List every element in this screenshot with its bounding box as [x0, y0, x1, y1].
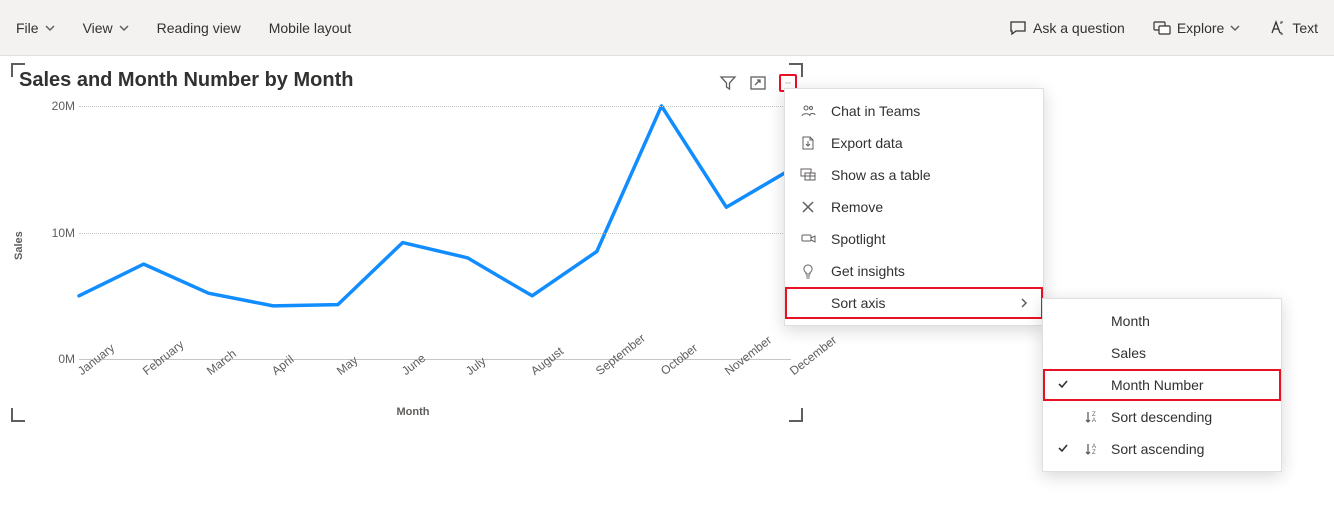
view-menu[interactable]: View — [83, 20, 129, 36]
top-toolbar: File View Reading view Mobile layout Ask… — [0, 0, 1334, 56]
menu-label: Remove — [831, 199, 1029, 215]
view-label: View — [83, 20, 113, 36]
gridline — [79, 233, 791, 234]
text-button[interactable]: Text — [1268, 19, 1318, 37]
chevron-right-icon — [1019, 295, 1029, 311]
lightbulb-icon — [799, 263, 817, 279]
chevron-down-icon — [45, 23, 55, 33]
sort-desc-icon: ZA — [1083, 410, 1099, 424]
x-tick-label: December — [787, 333, 839, 378]
export-icon — [799, 135, 817, 151]
chart-body: Sales 0M10M20MJanuaryFebruaryMarchAprilM… — [25, 100, 801, 420]
mobile-layout-label: Mobile layout — [269, 20, 352, 36]
menu-export-data[interactable]: Export data — [785, 127, 1043, 159]
menu-label: Chat in Teams — [831, 103, 1029, 119]
y-axis-label: Sales — [13, 231, 25, 260]
menu-label: Get insights — [831, 263, 1029, 279]
plot-area: 0M10M20MJanuaryFebruaryMarchAprilMayJune… — [79, 106, 791, 360]
mobile-layout-button[interactable]: Mobile layout — [269, 20, 352, 36]
submenu-label: Month Number — [1111, 377, 1204, 393]
explore-label: Explore — [1177, 20, 1224, 36]
menu-spotlight[interactable]: Spotlight — [785, 223, 1043, 255]
visual-header: Sales and Month Number by Month — [13, 65, 801, 100]
menu-label: Show as a table — [831, 167, 1029, 183]
visual-context-menu: Chat in Teams Export data Show as a tabl… — [784, 88, 1044, 326]
y-tick-label: 0M — [35, 352, 75, 366]
comment-icon — [1009, 19, 1027, 37]
submenu-label: Sort descending — [1111, 409, 1212, 425]
menu-remove[interactable]: Remove — [785, 191, 1043, 223]
spotlight-icon — [799, 231, 817, 247]
chevron-down-icon — [119, 23, 129, 33]
file-menu[interactable]: File — [16, 20, 55, 36]
explore-icon — [1153, 19, 1171, 37]
menu-label: Sort axis — [831, 295, 1005, 311]
teams-icon — [799, 103, 817, 119]
svg-text:A: A — [1092, 418, 1096, 424]
menu-chat-in-teams[interactable]: Chat in Teams — [785, 95, 1043, 127]
submenu-label: Sales — [1111, 345, 1146, 361]
selection-corner — [11, 408, 25, 422]
check-icon — [1057, 377, 1071, 393]
text-icon — [1268, 19, 1286, 37]
submenu-label: Month — [1111, 313, 1150, 329]
check-icon — [1057, 441, 1071, 457]
menu-sort-axis[interactable]: Sort axis — [785, 287, 1043, 319]
menu-get-insights[interactable]: Get insights — [785, 255, 1043, 287]
submenu-month-number[interactable]: Month Number — [1043, 369, 1281, 401]
menu-label: Spotlight — [831, 231, 1029, 247]
submenu-sort-descending[interactable]: ZA Sort descending — [1043, 401, 1281, 433]
close-icon — [799, 200, 817, 214]
line-chart-visual[interactable]: Sales and Month Number by Month Sales 0M… — [12, 64, 802, 421]
explore-menu[interactable]: Explore — [1153, 19, 1240, 37]
submenu-sales[interactable]: Sales — [1043, 337, 1281, 369]
selection-corner — [11, 63, 25, 77]
gridline — [79, 106, 791, 107]
submenu-label: Sort ascending — [1111, 441, 1204, 457]
reading-view-button[interactable]: Reading view — [157, 20, 241, 36]
menu-show-as-table[interactable]: Show as a table — [785, 159, 1043, 191]
submenu-month[interactable]: Month — [1043, 305, 1281, 337]
chevron-down-icon — [1230, 23, 1240, 33]
chart-title: Sales and Month Number by Month — [13, 65, 719, 100]
text-label: Text — [1292, 20, 1318, 36]
selection-corner — [789, 63, 803, 77]
svg-text:Z: Z — [1092, 450, 1096, 456]
reading-view-label: Reading view — [157, 20, 241, 36]
sort-axis-submenu: Month Sales Month Number ZA Sort descend… — [1042, 298, 1282, 472]
table-icon — [799, 167, 817, 183]
menu-label: Export data — [831, 135, 1029, 151]
focus-mode-icon[interactable] — [749, 74, 767, 92]
y-tick-label: 10M — [35, 226, 75, 240]
submenu-sort-ascending[interactable]: AZ Sort ascending — [1043, 433, 1281, 465]
y-tick-label: 20M — [35, 99, 75, 113]
x-axis-label: Month — [397, 406, 430, 418]
ask-question-button[interactable]: Ask a question — [1009, 19, 1125, 37]
sort-asc-icon: AZ — [1083, 442, 1099, 456]
filter-icon[interactable] — [719, 74, 737, 92]
ask-label: Ask a question — [1033, 20, 1125, 36]
file-label: File — [16, 20, 39, 36]
